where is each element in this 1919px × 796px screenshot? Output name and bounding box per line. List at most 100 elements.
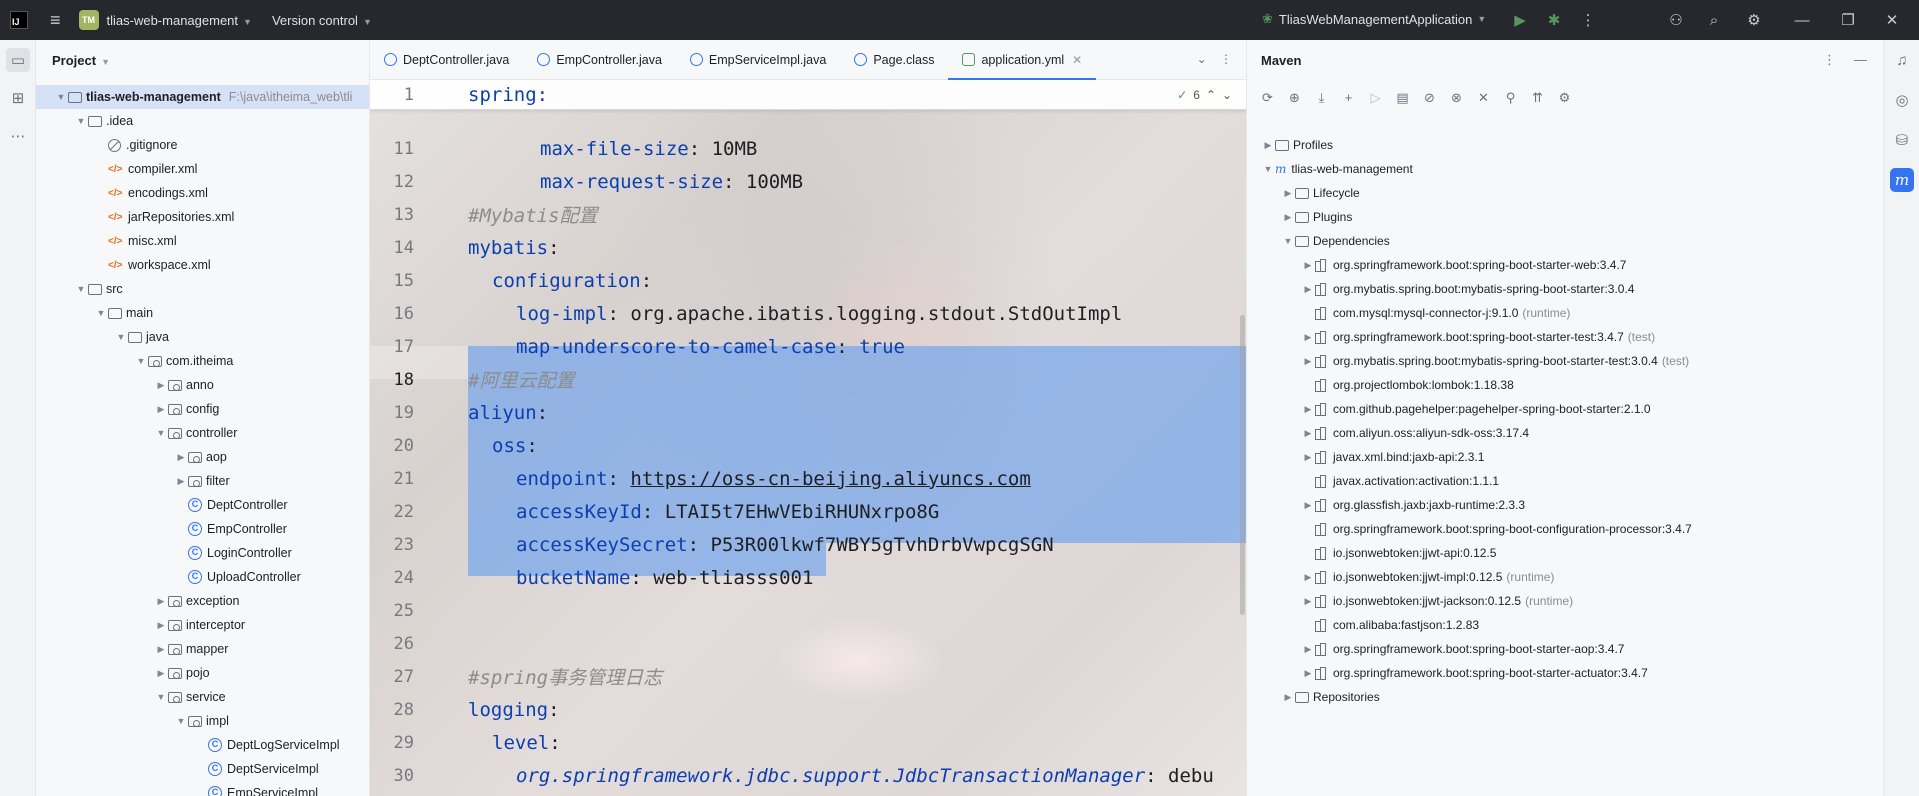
tree-item[interactable]: C DeptLogServiceImpl — [194, 733, 340, 757]
tree-item[interactable]: ▶ anno — [154, 373, 214, 397]
expand-arrow-icon[interactable]: ▶ — [154, 404, 168, 415]
expand-arrow-icon[interactable]: ▶ — [1301, 428, 1315, 439]
expand-arrow-icon[interactable]: ▶ — [1281, 692, 1295, 703]
tree-item[interactable]: ▼ .idea — [74, 109, 134, 133]
project-panel-title[interactable]: Project ▼ — [52, 53, 110, 68]
more-icon[interactable]: ⋮ — [1823, 52, 1836, 68]
notifications-icon[interactable]: ♫ — [1890, 48, 1914, 72]
expand-arrow-icon[interactable]: ▶ — [154, 644, 168, 655]
minimize-icon[interactable]: — — [1790, 8, 1814, 32]
download-icon[interactable]: ⤓ — [1313, 90, 1330, 106]
tree-item[interactable]: ▶ mapper — [154, 637, 229, 661]
expand-arrow-icon[interactable]: ▶ — [1301, 452, 1315, 463]
expand-arrow-icon[interactable]: ▶ — [1301, 500, 1315, 511]
more-icon[interactable]: ⋮ — [1220, 52, 1232, 66]
expand-arrow-icon[interactable]: ▶ — [154, 380, 168, 391]
maven-dependency[interactable]: ▶ org.springframework.boot:spring-boot-st… — [1301, 253, 1626, 277]
maven-dependency[interactable]: com.alibaba:fastjson:1.2.83 — [1301, 613, 1479, 637]
tree-item[interactable]: ▶ aop — [174, 445, 227, 469]
expand-arrow-icon[interactable]: ▶ — [1301, 596, 1315, 607]
expand-arrow-icon[interactable]: ▶ — [1301, 284, 1315, 295]
project-switcher[interactable]: tlias-web-management ▼ — [107, 13, 252, 28]
expand-arrow-icon[interactable]: ▶ — [154, 596, 168, 607]
editor-tab[interactable]: EmpController.java — [523, 40, 676, 80]
expand-arrow-icon[interactable]: ▶ — [1301, 356, 1315, 367]
collapse-arrow-icon[interactable]: ▼ — [74, 116, 88, 126]
tree-item[interactable]: C EmpServiceImpl — [194, 781, 318, 796]
more-tools-icon[interactable]: ⋯ — [6, 124, 30, 148]
structure-tool-icon[interactable]: ⊞ — [6, 86, 30, 110]
maven-dependency[interactable]: ▶ org.mybatis.spring.boot:mybatis-spring-… — [1301, 277, 1634, 301]
maven-dependency[interactable]: ▶ org.springframework.boot:spring-boot-st… — [1301, 637, 1624, 661]
add-user-icon[interactable]: ⚇ — [1664, 8, 1688, 32]
run-icon[interactable]: ▷ — [1367, 90, 1384, 106]
tree-item[interactable]: ▼ com.itheima — [134, 349, 234, 373]
analyze-icon[interactable]: ⚲ — [1502, 90, 1519, 106]
maven-project[interactable]: ▼ m tlias-web-management — [1261, 157, 1413, 181]
tree-item[interactable]: C DeptController — [174, 493, 288, 517]
offline-icon[interactable]: ⊘ — [1421, 90, 1438, 106]
expand-arrow-icon[interactable]: ▶ — [174, 452, 188, 463]
expand-arrow-icon[interactable]: ▶ — [1301, 404, 1315, 415]
tree-item[interactable]: ▶ exception — [154, 589, 240, 613]
ai-assistant-icon[interactable]: ◎ — [1890, 88, 1914, 112]
maven-dependency[interactable]: javax.activation:activation:1.1.1 — [1301, 469, 1499, 493]
search-icon[interactable]: ⌕ — [1702, 8, 1726, 32]
project-tool-icon[interactable]: ▭ — [6, 48, 30, 72]
main-menu-icon[interactable]: ≡ — [50, 10, 61, 31]
tree-item[interactable]: ▼ controller — [154, 421, 238, 445]
expand-arrow-icon[interactable]: ▶ — [174, 476, 188, 487]
maven-dependency[interactable]: ▶ io.jsonwebtoken:jjwt-jackson:0.12.5 (run… — [1301, 589, 1573, 613]
tree-item[interactable]: .gitignore — [94, 133, 177, 157]
reload-icon[interactable]: ⟳ — [1259, 90, 1276, 106]
maven-tool-icon[interactable]: m — [1890, 168, 1914, 192]
maven-dependency[interactable]: com.mysql:mysql-connector-j:9.1.0 (runtim… — [1301, 301, 1570, 325]
expand-arrow-icon[interactable]: ▶ — [1301, 332, 1315, 343]
skip-tests-icon[interactable]: ⊗ — [1448, 90, 1465, 106]
debug-icon[interactable]: ✱ — [1542, 8, 1566, 32]
tree-item[interactable]: </> misc.xml — [94, 229, 177, 253]
chevron-down-icon[interactable]: ⌄ — [1197, 52, 1207, 66]
expand-arrow-icon[interactable]: ▶ — [1301, 260, 1315, 271]
tree-item[interactable]: ▶ interceptor — [154, 613, 246, 637]
maven-dependency[interactable]: io.jsonwebtoken:jjwt-api:0.12.5 — [1301, 541, 1496, 565]
collapse-arrow-icon[interactable]: ▼ — [94, 308, 108, 318]
collapse-arrow-icon[interactable]: ▼ — [74, 284, 88, 294]
collapse-arrow-icon[interactable]: ▼ — [1281, 236, 1295, 246]
editor-scrollbar[interactable] — [1240, 315, 1245, 615]
expand-arrow-icon[interactable]: ▶ — [1281, 212, 1295, 223]
tree-item[interactable]: ▼ java — [114, 325, 169, 349]
project-badge[interactable]: TM — [78, 10, 99, 30]
editor[interactable]: DeptController.java EmpController.java Emp… — [370, 40, 1246, 796]
show-deps-icon[interactable]: ⇈ — [1529, 90, 1546, 106]
maven-dependencies[interactable]: ▼ Dependencies — [1281, 229, 1390, 253]
expand-arrow-icon[interactable]: ▶ — [1301, 644, 1315, 655]
collapse-arrow-icon[interactable]: ▼ — [114, 332, 128, 342]
maven-dependency[interactable]: ▶ org.glassfish.jaxb:jaxb-runtime:2.3.3 — [1301, 493, 1525, 517]
yaml-link-value[interactable]: https://oss-cn-beijing.aliyuncs.com — [630, 468, 1030, 490]
maximize-icon[interactable]: ❐ — [1836, 8, 1860, 32]
tree-item[interactable]: ▼ impl — [174, 709, 229, 733]
maven-dependency[interactable]: ▶ javax.xml.bind:jaxb-api:2.3.1 — [1301, 445, 1484, 469]
hide-panel-icon[interactable]: — — [1854, 52, 1867, 68]
maven-dependency[interactable]: ▶ org.springframework.boot:spring-boot-st… — [1301, 661, 1648, 685]
maven-dependency[interactable]: ▶ org.springframework.boot:spring-boot-st… — [1301, 325, 1655, 349]
tree-item[interactable]: C EmpController — [174, 517, 287, 541]
maven-dependency[interactable]: ▶ io.jsonwebtoken:jjwt-impl:0.12.5 (runtim… — [1301, 565, 1554, 589]
maven-dependency[interactable]: org.projectlombok:lombok:1.18.38 — [1301, 373, 1514, 397]
maven-profiles[interactable]: ▶ Profiles — [1261, 133, 1333, 157]
tree-item[interactable]: </> encodings.xml — [94, 181, 208, 205]
tree-item[interactable]: ▼ service — [154, 685, 226, 709]
expand-arrow-icon[interactable]: ▶ — [154, 620, 168, 631]
maven-dependency[interactable]: org.springframework.boot:spring-boot-con… — [1301, 517, 1692, 541]
expand-arrow-icon[interactable]: ▶ — [154, 668, 168, 679]
tree-root[interactable]: ▼ tlias-web-management F:\java\itheima_we… — [36, 85, 369, 109]
run-config-selector[interactable]: ❀ TliasWebManagementApplication ▼ — [1262, 11, 1486, 27]
maven-settings-icon[interactable]: ⚙ — [1556, 90, 1573, 106]
tree-item[interactable]: </> jarRepositories.xml — [94, 205, 234, 229]
editor-tab[interactable]: DeptController.java — [370, 40, 523, 80]
expand-arrow-icon[interactable]: ▶ — [1261, 140, 1275, 151]
editor-tab[interactable]: application.yml ✕ — [948, 40, 1096, 80]
add-icon[interactable]: + — [1340, 90, 1357, 106]
tree-item[interactable]: C UploadController — [174, 565, 301, 589]
